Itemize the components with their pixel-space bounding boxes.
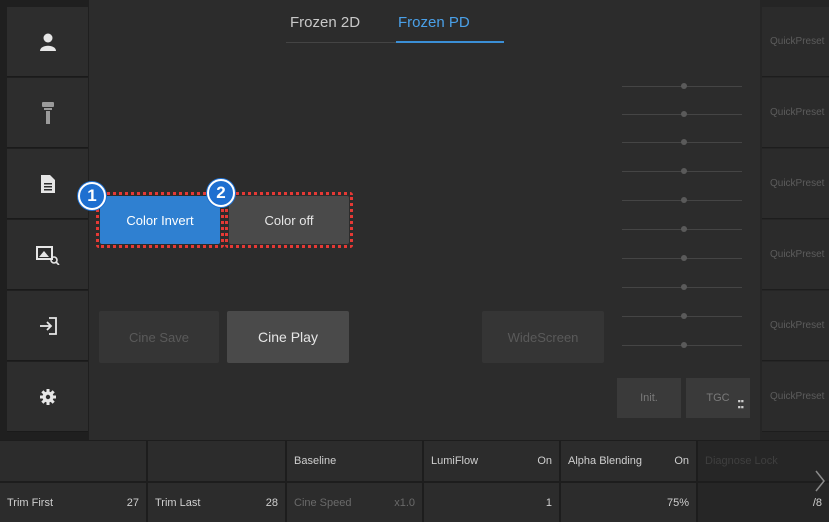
lumiflow-value-control[interactable]: 1 [424,483,559,522]
quick-preset-column: QuickPreset QuickPreset QuickPreset Quic… [760,0,829,440]
tgc-knob[interactable] [681,197,687,203]
quick-preset-button[interactable]: QuickPreset [762,291,829,361]
tgc-knob[interactable] [681,111,687,117]
sidebar-report-button[interactable] [7,149,88,219]
lumiflow-control[interactable]: LumiFlow On [424,441,559,481]
tgc-knob[interactable] [681,83,687,89]
trim-first-value: 27 [126,496,139,509]
empty-cell [148,441,285,481]
trim-first-label: Trim First [7,496,54,509]
cine-play-button[interactable]: Cine Play [227,311,349,363]
document-icon [40,174,55,193]
tgc-knob[interactable] [681,255,687,261]
disabled-control: Diagnose Lock [698,441,829,481]
tgc-knob[interactable] [681,168,687,174]
gear-icon [39,388,56,405]
lumiflow-label: LumiFlow [431,455,479,467]
tgc-knob[interactable] [681,284,687,290]
ultrasound-ui: Frozen 2D Frozen PD Color Invert 1 Color… [0,0,829,522]
page-control[interactable]: /8 [698,483,829,522]
empty-cell [0,441,146,481]
step-badge-2: 2 [207,179,235,207]
cine-speed-label: Cine Speed [294,496,352,509]
sidebar-exit-button[interactable] [7,291,88,361]
color-off-button[interactable]: Color off [229,196,349,244]
active-tab-indicator [396,41,504,43]
sidebar-patient-button[interactable] [7,7,88,77]
chevron-right-icon[interactable] [815,470,825,492]
cine-save-button[interactable]: Cine Save [99,311,219,363]
grid-dots-icon: ▪▪ ▪▪ [737,396,744,412]
tab-frozen-pd[interactable]: Frozen PD [398,14,470,42]
user-icon [39,33,56,51]
baseline-label: Baseline [294,455,337,467]
sidebar-probe-button[interactable] [7,78,88,148]
sidebar-settings-button[interactable] [7,362,88,432]
init-button[interactable]: Init. [617,378,681,418]
quick-preset-button[interactable]: QuickPreset [762,362,829,432]
widescreen-button[interactable]: WideScreen [482,311,604,363]
mode-tabs: Frozen 2D Frozen PD [286,14,516,44]
tgc-button[interactable]: TGC ▪▪ ▪▪ [686,378,750,418]
trim-first-control[interactable]: Trim First 27 [0,483,146,522]
lumiflow-value: 1 [545,496,552,509]
sidebar-review-button[interactable] [7,220,88,290]
tab-frozen-2d[interactable]: Frozen 2D [290,14,360,42]
cine-speed-control[interactable]: Cine Speed x1.0 [287,483,422,522]
quick-preset-button[interactable]: QuickPreset [762,7,829,77]
exit-icon [39,316,57,335]
quick-preset-button[interactable]: QuickPreset [762,220,829,290]
tgc-knob[interactable] [681,313,687,319]
trim-last-value: 28 [265,496,278,509]
lumiflow-state: On [537,455,552,467]
left-sidebar [0,0,89,440]
quick-preset-button[interactable]: QuickPreset [762,78,829,148]
trim-last-label: Trim Last [155,496,201,509]
page-indicator: /8 [812,496,822,509]
bottom-control-bar: Baseline LumiFlow On Alpha Blending On D… [0,440,829,522]
image-search-icon [35,245,60,265]
step-badge-1: 1 [78,182,106,210]
disabled-label: Diagnose Lock [705,455,778,467]
tgc-knob[interactable] [681,139,687,145]
tgc-knob[interactable] [681,226,687,232]
tgc-label: TGC [706,392,730,404]
cine-speed-value: x1.0 [394,496,415,509]
alpha-value-control[interactable]: 75% [561,483,696,522]
trim-last-control[interactable]: Trim Last 28 [148,483,285,522]
baseline-control[interactable]: Baseline [287,441,422,481]
tgc-knob[interactable] [681,342,687,348]
alpha-blending-state: On [674,455,689,467]
alpha-blending-label: Alpha Blending [568,455,643,467]
probe-icon [41,101,54,124]
alpha-blending-control[interactable]: Alpha Blending On [561,441,696,481]
alpha-blending-value: 75% [666,496,689,509]
color-invert-button[interactable]: Color Invert [100,196,220,244]
quick-preset-button[interactable]: QuickPreset [762,149,829,219]
